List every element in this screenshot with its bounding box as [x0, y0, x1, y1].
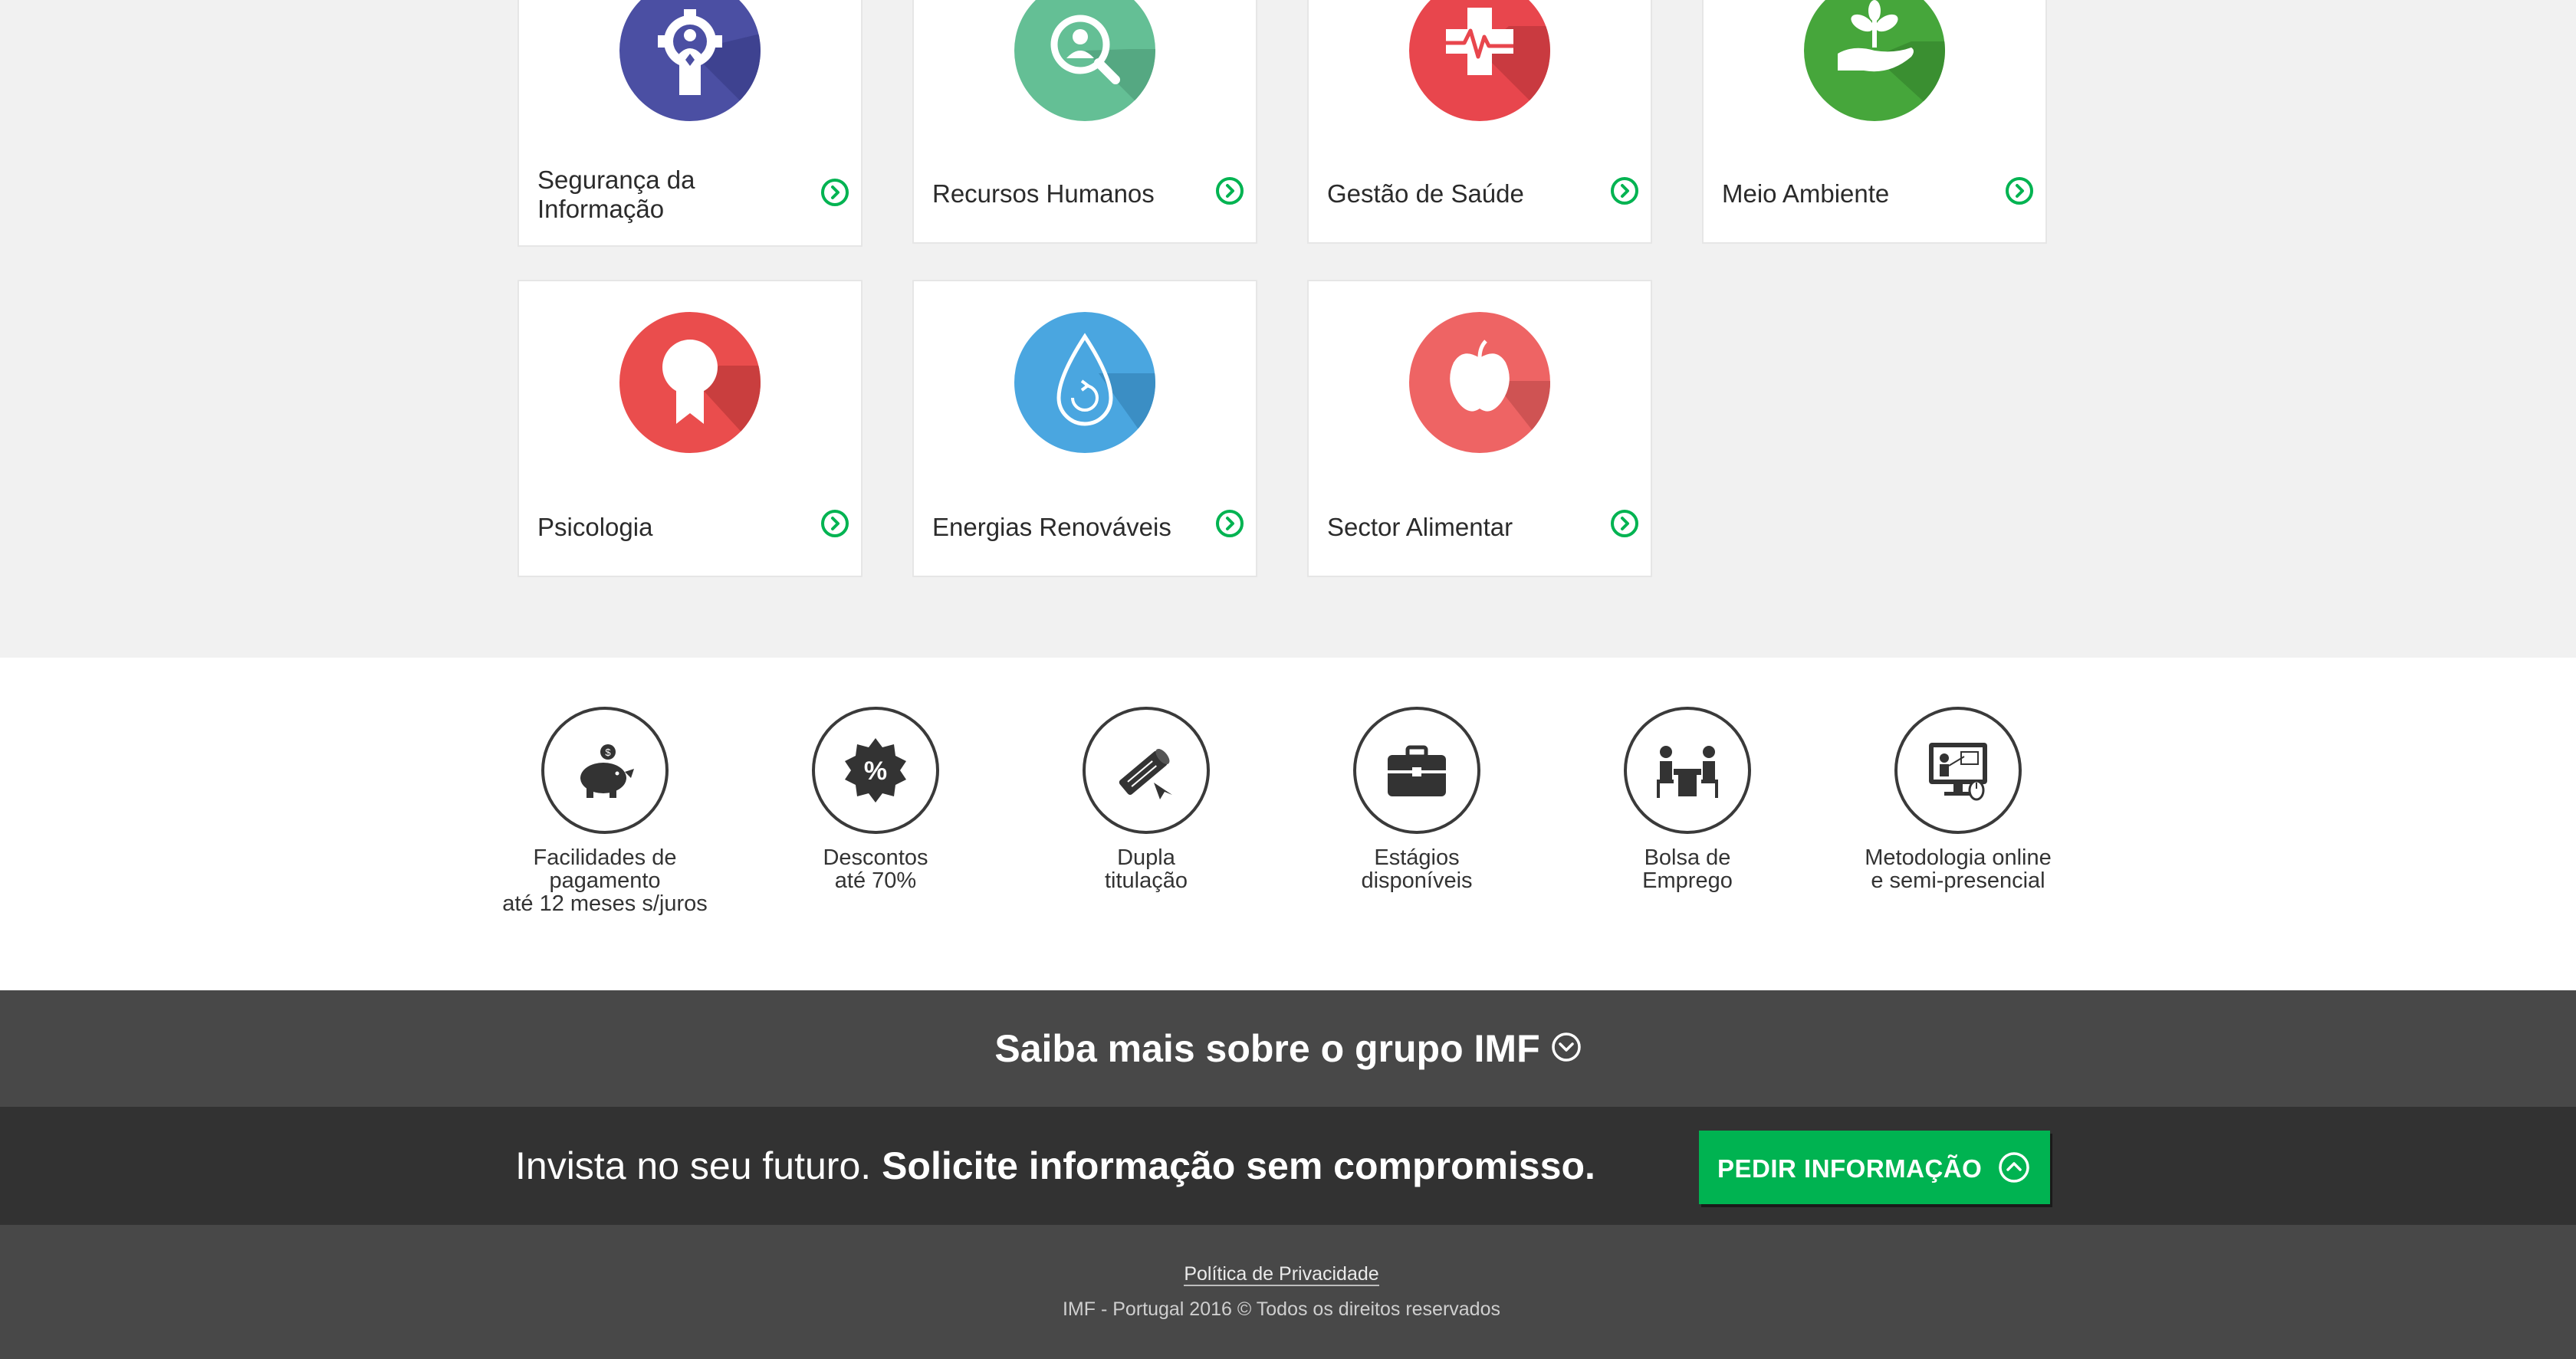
- arrow-right-circle-icon[interactable]: [1610, 509, 1639, 538]
- benefit-text: Dupla titulação: [1104, 845, 1188, 893]
- card-gestao-saude[interactable]: Gestão de Saúde: [1307, 0, 1652, 244]
- benefit-text: Estágios disponíveis: [1361, 845, 1473, 893]
- chevron-down-circle-icon: [1551, 1032, 1581, 1062]
- cta-text-regular: Invista no seu futuro.: [515, 1144, 872, 1187]
- card-label: Gestão de Saúde: [1327, 179, 1524, 208]
- card-sector-alimentar[interactable]: Sector Alimentar: [1307, 280, 1652, 577]
- cta-text: Invista no seu futuro. Solicite informaç…: [515, 1144, 1595, 1188]
- interview-icon: [1624, 707, 1751, 834]
- arrow-right-circle-icon[interactable]: [820, 178, 849, 207]
- card-label: Segurança da Informação: [537, 166, 695, 223]
- medical-cross-icon: [1409, 0, 1550, 121]
- diploma-icon: [1083, 707, 1210, 834]
- privacy-policy-link[interactable]: Política de Privacidade: [0, 1263, 2563, 1286]
- footer: Política de Privacidade IMF - Portugal 2…: [0, 1225, 2576, 1359]
- svg-text:$: $: [605, 747, 611, 758]
- benefit-text: Facilidades de pagamento até 12 meses s/…: [502, 845, 708, 916]
- benefit-online-methodology: Metodologia online e semi-presencial: [1835, 707, 2081, 892]
- category-grid: Segurança da Informação Recursos Humanos: [0, 0, 2576, 658]
- arrow-right-circle-icon[interactable]: [2005, 176, 2034, 205]
- benefit-job-board: Bolsa de Emprego: [1565, 707, 1810, 892]
- cta-text-bold: Solicite informação sem compromisso.: [882, 1144, 1595, 1187]
- card-label: Sector Alimentar: [1327, 513, 1513, 541]
- apple-icon: [1409, 312, 1550, 453]
- card-seguranca-informacao[interactable]: Segurança da Informação: [518, 0, 863, 247]
- arrow-right-circle-icon[interactable]: [820, 509, 849, 538]
- benefits-strip: $ Facilidades de pagamento até 12 meses …: [0, 658, 2576, 990]
- benefit-text: Descontos até 70%: [823, 845, 928, 893]
- benefit-text: Bolsa de Emprego: [1642, 845, 1733, 893]
- benefit-double-degree: Dupla titulação: [1024, 707, 1269, 892]
- card-label: Recursos Humanos: [932, 179, 1155, 208]
- svg-text:%: %: [864, 757, 887, 786]
- request-info-button[interactable]: PEDIR INFORMAÇÃO: [1699, 1131, 2050, 1204]
- chevron-up-circle-icon: [1999, 1152, 2029, 1183]
- card-meio-ambiente[interactable]: Meio Ambiente: [1702, 0, 2047, 244]
- online-class-icon: [1894, 707, 2022, 834]
- cta-bar: Invista no seu futuro. Solicite informaç…: [0, 1107, 2576, 1225]
- benefit-payment: $ Facilidades de pagamento até 12 meses …: [482, 707, 728, 915]
- water-drop-icon: [1014, 312, 1155, 453]
- card-recursos-humanos[interactable]: Recursos Humanos: [912, 0, 1257, 244]
- arrow-right-circle-icon[interactable]: [1215, 176, 1244, 205]
- group-bar-title: Saiba mais sobre o grupo IMF: [994, 1027, 1540, 1070]
- benefit-discounts: % Descontos até 70%: [753, 707, 998, 892]
- card-energias-renovaveis[interactable]: Energias Renováveis: [912, 280, 1257, 577]
- benefit-internships: Estágios disponíveis: [1294, 707, 1539, 892]
- magnifier-person-icon: [1014, 0, 1155, 121]
- card-label: Meio Ambiente: [1722, 179, 1890, 208]
- arrow-right-circle-icon[interactable]: [1215, 509, 1244, 538]
- benefit-text: Metodologia online e semi-presencial: [1865, 845, 2052, 893]
- briefcase-icon: [1353, 707, 1480, 834]
- arrow-right-circle-icon[interactable]: [1610, 176, 1639, 205]
- group-info-toggle[interactable]: Saiba mais sobre o grupo IMF: [0, 990, 2576, 1107]
- request-info-label: PEDIR INFORMAÇÃO: [1717, 1154, 1983, 1183]
- user-gear-icon: [619, 0, 761, 121]
- privacy-policy-label: Política de Privacidade: [1184, 1263, 1379, 1286]
- card-psicologia[interactable]: Psicologia: [518, 280, 863, 577]
- copyright-text: IMF - Portugal 2016 © Todos os direitos …: [1062, 1298, 1500, 1320]
- card-label: Psicologia: [537, 513, 653, 541]
- card-label: Energias Renováveis: [932, 513, 1171, 541]
- award-ribbon-icon: [619, 312, 761, 453]
- percent-badge-icon: %: [812, 707, 939, 834]
- piggy-bank-icon: $: [541, 707, 669, 834]
- plant-hand-icon: [1804, 0, 1945, 121]
